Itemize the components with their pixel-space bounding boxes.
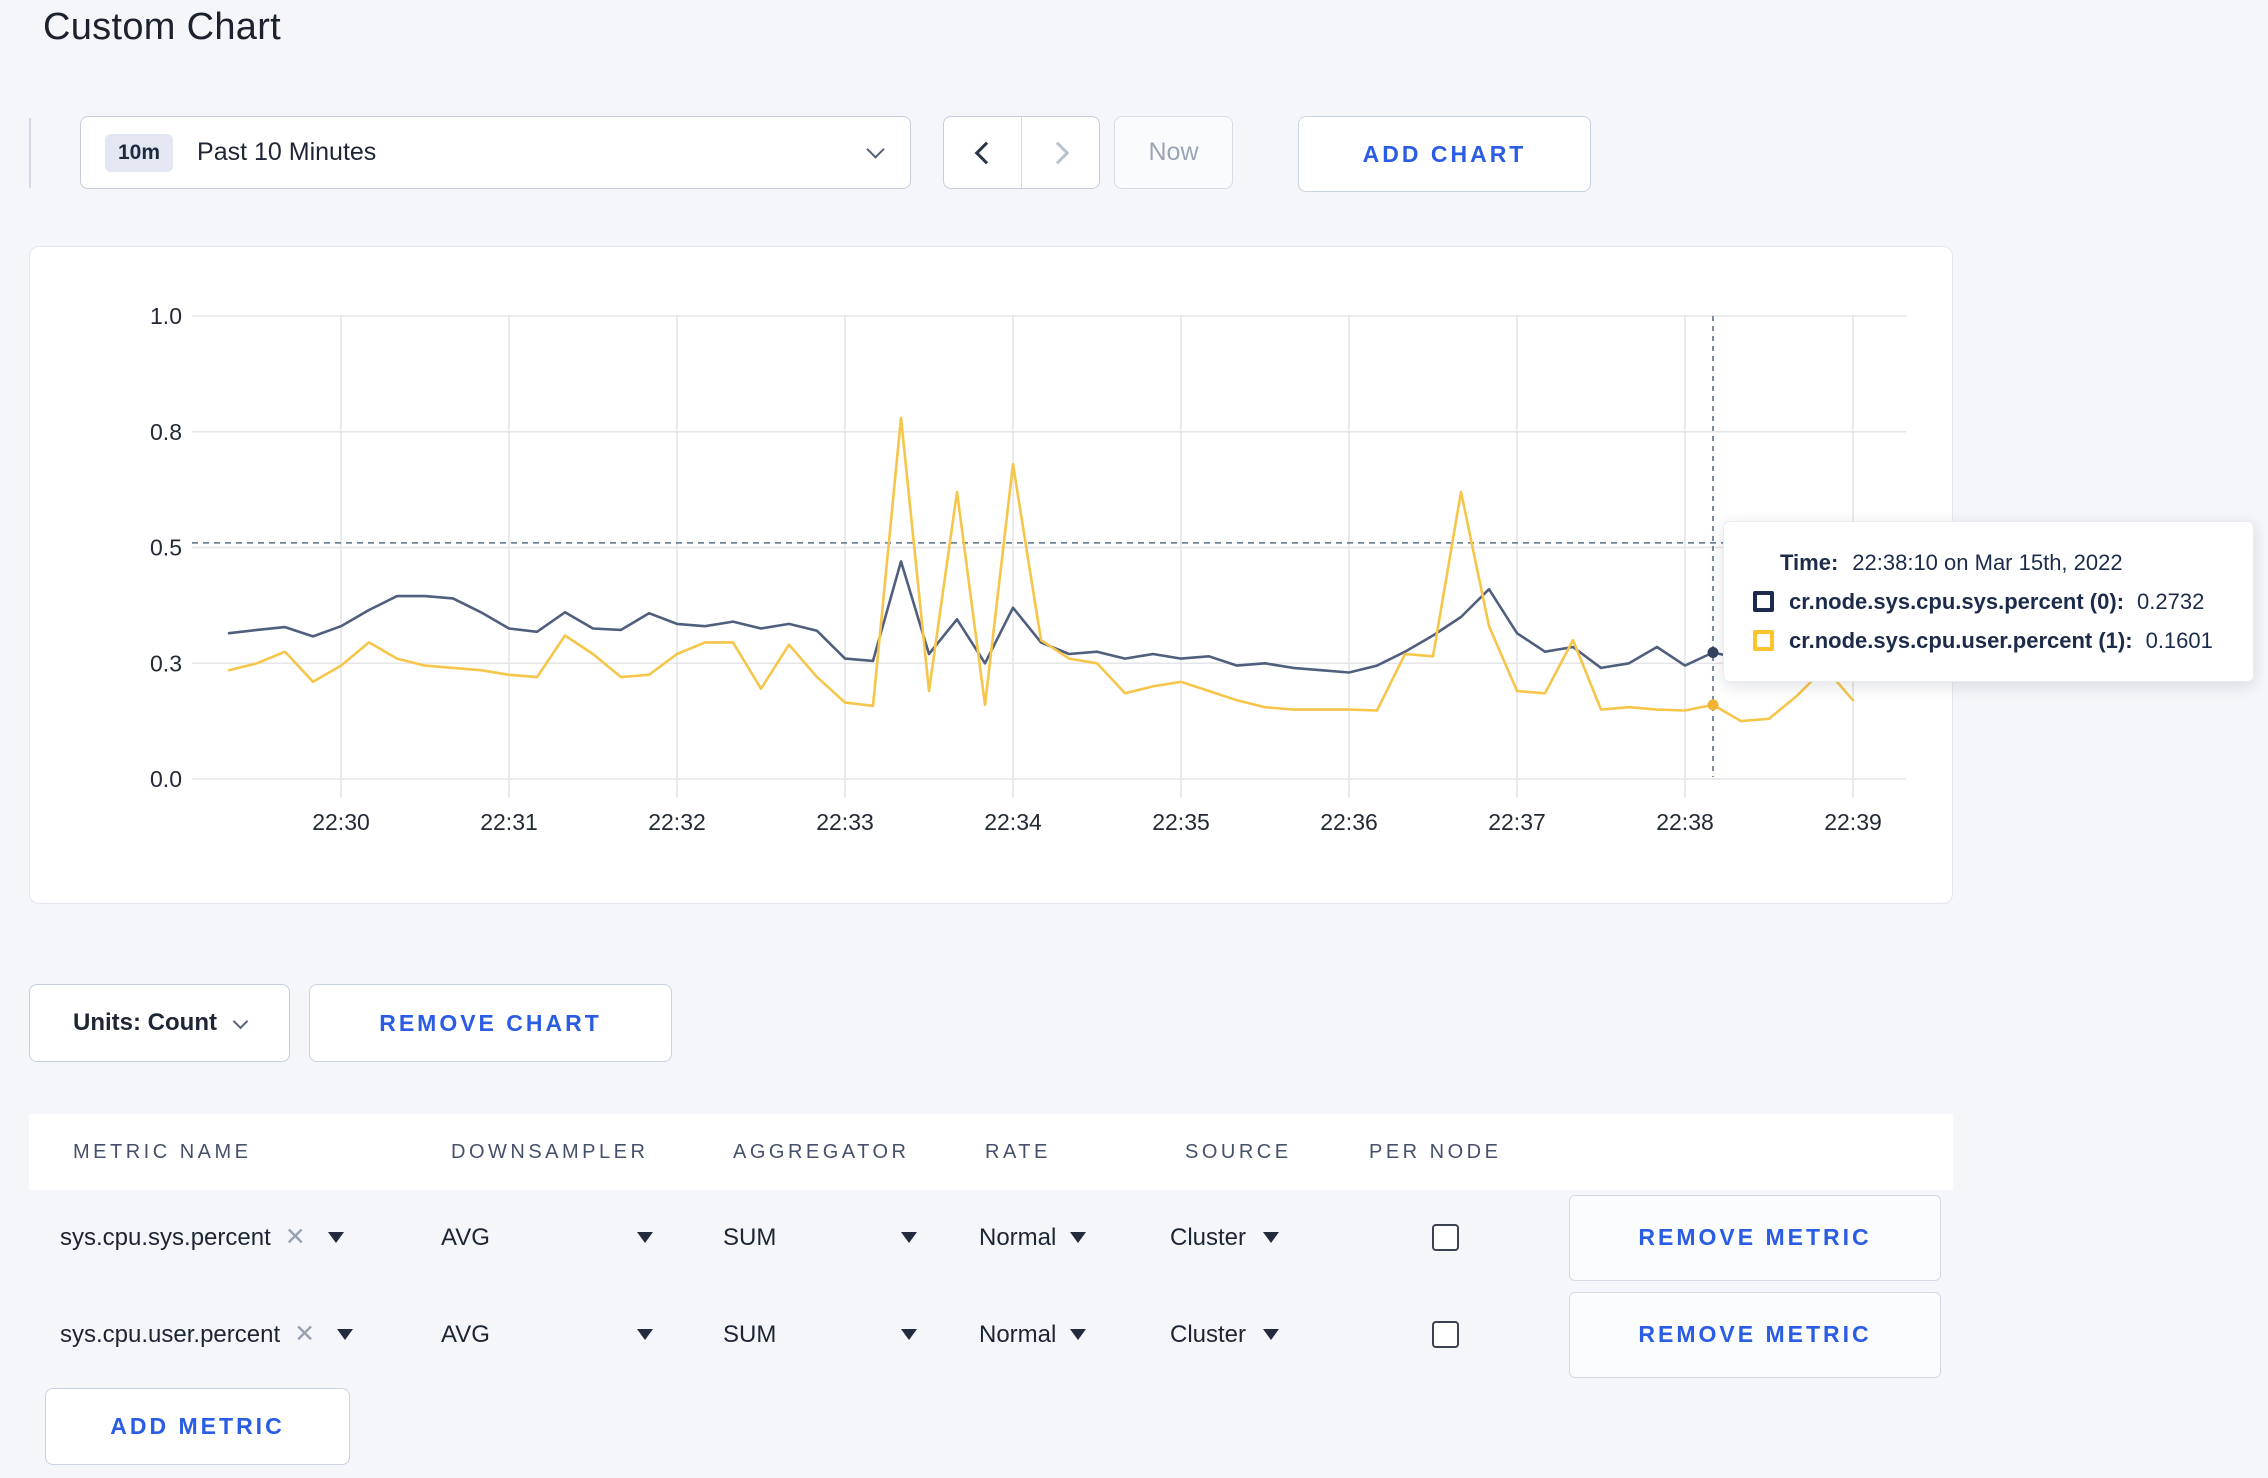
per-node-cell	[1369, 1321, 1521, 1348]
tooltip-time-label: Time:	[1780, 549, 1839, 575]
svg-text:1.0: 1.0	[150, 303, 182, 329]
svg-text:0.3: 0.3	[150, 650, 182, 676]
tooltip-series-value: 0.1601	[2145, 627, 2213, 653]
metric-name-value: sys.cpu.user.percent	[60, 1320, 281, 1348]
rate-select[interactable]: Normal	[979, 1224, 1170, 1252]
add-chart-button[interactable]: ADD CHART	[1298, 116, 1591, 192]
downsampler-select[interactable]: AVG	[441, 1321, 723, 1349]
tooltip-series-name: cr.node.sys.cpu.sys.percent (0):	[1789, 588, 2125, 614]
per-node-cell	[1369, 1224, 1521, 1251]
svg-text:22:39: 22:39	[1824, 809, 1882, 835]
caret-down-icon	[1263, 1232, 1280, 1243]
remove-metric-button[interactable]: REMOVE METRIC	[1569, 1194, 1941, 1281]
series-swatch-icon	[1753, 591, 1774, 612]
chevron-down-icon	[866, 140, 885, 159]
series-swatch-icon	[1753, 630, 1774, 651]
caret-down-icon	[637, 1232, 653, 1243]
metrics-table-header: METRIC NAME DOWNSAMPLER AGGREGATOR RATE …	[29, 1114, 1953, 1190]
svg-text:22:37: 22:37	[1488, 809, 1546, 835]
svg-text:22:34: 22:34	[984, 809, 1042, 835]
time-range-selector[interactable]: 10m Past 10 Minutes	[80, 116, 911, 189]
aggregator-select[interactable]: SUM	[723, 1321, 979, 1349]
metric-row: sys.cpu.user.percent ✕ AVG SUM Normal Cl…	[29, 1289, 1953, 1380]
time-range-label: Past 10 Minutes	[197, 138, 377, 166]
custom-chart-page: Custom Chart 10m Past 10 Minutes Now ADD…	[0, 0, 2268, 1478]
chart-tooltip: Time: 22:38:10 on Mar 15th, 2022 cr.node.…	[1723, 521, 2254, 682]
svg-text:22:36: 22:36	[1320, 809, 1378, 835]
col-header-rate: RATE	[985, 1140, 1051, 1163]
chevron-right-icon	[1046, 141, 1069, 164]
per-node-checkbox[interactable]	[1431, 1224, 1459, 1251]
col-header-downsampler: DOWNSAMPLER	[451, 1140, 649, 1163]
per-node-checkbox[interactable]	[1431, 1321, 1459, 1348]
metric-row: sys.cpu.sys.percent ✕ AVG SUM Normal Clu…	[29, 1190, 1953, 1285]
metric-name-select[interactable]: sys.cpu.sys.percent ✕	[60, 1224, 441, 1252]
svg-text:22:32: 22:32	[648, 809, 706, 835]
aggregator-select[interactable]: SUM	[723, 1224, 979, 1252]
metric-name-value: sys.cpu.sys.percent	[60, 1223, 271, 1251]
col-header-metric-name: METRIC NAME	[73, 1140, 252, 1163]
time-next-button[interactable]	[1021, 117, 1099, 188]
tooltip-series-row: cr.node.sys.cpu.sys.percent (0): 0.2732	[1753, 589, 2233, 615]
remove-chart-button[interactable]: REMOVE CHART	[309, 984, 672, 1062]
caret-down-icon	[1070, 1232, 1087, 1243]
aggregator-value: SUM	[723, 1320, 777, 1348]
tooltip-time-row: Time: 22:38:10 on Mar 15th, 2022	[1780, 550, 2233, 576]
page-title: Custom Chart	[43, 6, 282, 48]
downsampler-value: AVG	[441, 1223, 490, 1251]
chart-card: 0.0 0.3 0.5 0.8 1.0 22:30 22:31 22:32 22:33 22:34…	[29, 246, 1953, 904]
cpu-chart-svg[interactable]: 0.0 0.3 0.5 0.8 1.0 22:30 22:31 22:32 22:33 22:34…	[30, 247, 1954, 905]
time-pager	[943, 116, 1100, 189]
col-header-source: SOURCE	[1185, 1140, 1292, 1163]
svg-text:22:33: 22:33	[816, 809, 874, 835]
chevron-down-icon	[232, 1013, 249, 1029]
downsampler-select[interactable]: AVG	[441, 1224, 723, 1252]
source-select[interactable]: Cluster	[1170, 1321, 1369, 1349]
caret-down-icon	[327, 1232, 344, 1243]
svg-text:0.8: 0.8	[150, 419, 182, 445]
caret-down-icon	[1263, 1329, 1280, 1340]
close-icon[interactable]: ✕	[294, 1322, 315, 1347]
remove-metric-button[interactable]: REMOVE METRIC	[1569, 1291, 1941, 1378]
caret-down-icon	[1070, 1329, 1087, 1340]
add-metric-button[interactable]: ADD METRIC	[45, 1388, 350, 1465]
tooltip-series-row: cr.node.sys.cpu.user.percent (1): 0.1601	[1753, 628, 2233, 654]
caret-down-icon	[901, 1329, 917, 1340]
col-header-per-node: PER NODE	[1369, 1140, 1502, 1163]
units-selector[interactable]: Units: Count	[29, 984, 290, 1062]
caret-down-icon	[337, 1329, 354, 1340]
chevron-left-icon	[974, 141, 997, 164]
caret-down-icon	[637, 1329, 653, 1340]
svg-text:22:38: 22:38	[1656, 809, 1714, 835]
rate-select[interactable]: Normal	[979, 1321, 1170, 1349]
caret-down-icon	[901, 1232, 917, 1243]
now-button[interactable]: Now	[1114, 116, 1233, 189]
tooltip-series-name: cr.node.sys.cpu.user.percent (1):	[1789, 627, 2133, 653]
source-select[interactable]: Cluster	[1170, 1224, 1369, 1252]
close-icon[interactable]: ✕	[285, 1225, 306, 1250]
rate-value: Normal	[979, 1223, 1057, 1251]
metrics-table: METRIC NAME DOWNSAMPLER AGGREGATOR RATE …	[29, 1114, 1953, 1380]
units-label: Units: Count	[73, 1009, 217, 1036]
rate-value: Normal	[979, 1320, 1057, 1348]
metric-name-select[interactable]: sys.cpu.user.percent ✕	[60, 1321, 441, 1349]
tooltip-time-value: 22:38:10 on Mar 15th, 2022	[1852, 549, 2123, 575]
aggregator-value: SUM	[723, 1223, 777, 1251]
time-range-badge: 10m	[105, 133, 174, 172]
source-value: Cluster	[1170, 1223, 1247, 1251]
svg-text:0.0: 0.0	[150, 766, 182, 792]
time-prev-button[interactable]	[944, 117, 1021, 188]
tooltip-series-value: 0.2732	[2137, 588, 2205, 614]
svg-text:22:35: 22:35	[1152, 809, 1210, 835]
toolbar-divider	[29, 118, 31, 188]
source-value: Cluster	[1170, 1320, 1247, 1348]
svg-text:22:31: 22:31	[480, 809, 538, 835]
col-header-aggregator: AGGREGATOR	[733, 1140, 910, 1163]
svg-text:22:30: 22:30	[312, 809, 370, 835]
downsampler-value: AVG	[441, 1320, 490, 1348]
svg-text:0.5: 0.5	[150, 535, 182, 561]
